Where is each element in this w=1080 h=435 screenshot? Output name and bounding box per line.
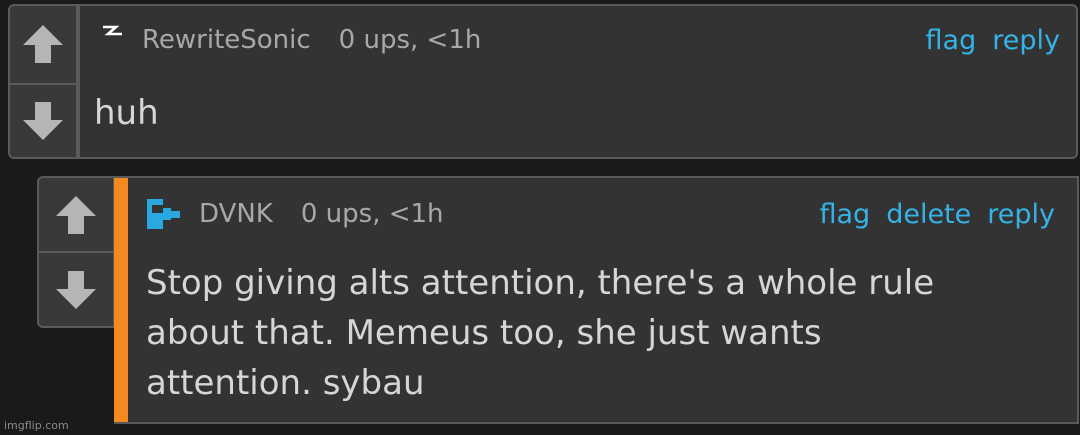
arrow-up-icon xyxy=(56,195,96,234)
comment-rewritesonic: RewriteSonic 0 ups, <1h flag reply huh xyxy=(8,4,1078,159)
comment-actions: flag delete reply xyxy=(819,184,1055,244)
reply-link[interactable]: reply xyxy=(987,199,1055,230)
comment-text: Stop giving alts attention, there's a wh… xyxy=(146,258,934,408)
username[interactable]: DVNK xyxy=(199,199,273,229)
lightning-bolt-icon xyxy=(100,21,124,45)
vote-column xyxy=(8,4,78,159)
flag-link[interactable]: flag xyxy=(926,25,977,56)
downvote-button[interactable] xyxy=(10,82,76,157)
watermark: imgflip.com xyxy=(4,419,69,432)
reply-link[interactable]: reply xyxy=(992,25,1060,56)
flag-link[interactable]: flag xyxy=(819,199,870,230)
blue-block-logo-icon xyxy=(147,199,181,229)
comment-body: RewriteSonic 0 ups, <1h flag reply huh xyxy=(78,4,1078,159)
comment-dvnk: DVNK 0 ups, <1h flag delete reply Stop g… xyxy=(37,176,1079,424)
downvote-button[interactable] xyxy=(39,251,113,326)
comment-text-line: about that. Memeus too, she just wants xyxy=(146,313,822,353)
vote-column xyxy=(37,176,115,328)
upvote-button[interactable] xyxy=(10,6,76,83)
comment-text-line: attention. sybau xyxy=(146,363,425,403)
username[interactable]: RewriteSonic xyxy=(142,25,311,55)
upvote-button[interactable] xyxy=(39,178,113,251)
arrow-up-icon xyxy=(23,25,63,64)
delete-link[interactable]: delete xyxy=(886,199,971,230)
comment-actions: flag reply xyxy=(926,10,1060,70)
vote-count-time: 0 ups, <1h xyxy=(300,199,444,229)
comment-text-line: Stop giving alts attention, there's a wh… xyxy=(146,263,935,303)
vote-count-time: 0 ups, <1h xyxy=(338,25,482,55)
comment-text: huh xyxy=(94,93,159,133)
arrow-down-icon xyxy=(23,101,63,140)
arrow-down-icon xyxy=(56,270,96,309)
comment-body: DVNK 0 ups, <1h flag delete reply Stop g… xyxy=(114,176,1079,424)
